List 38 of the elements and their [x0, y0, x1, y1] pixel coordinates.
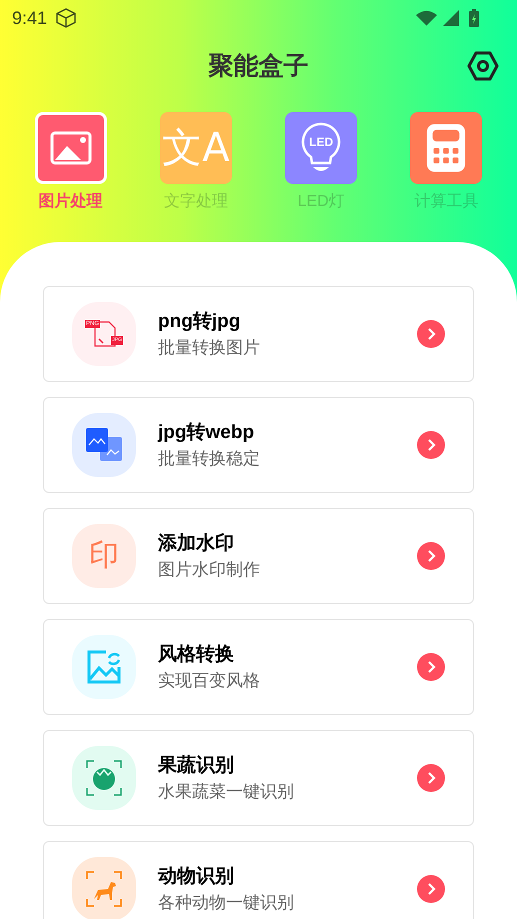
dog-scan-icon [86, 871, 122, 907]
tool-subtitle: 批量转换稳定 [158, 448, 261, 470]
chevron-right-icon [417, 542, 445, 570]
status-time: 9:41 [12, 6, 48, 30]
battery-icon [469, 9, 479, 27]
tool-card[interactable]: jpg转webp 批量转换稳定 [43, 397, 474, 493]
tool-card[interactable]: 果蔬识别 水果蔬菜一键识别 [43, 730, 474, 826]
wifi-icon [416, 10, 437, 26]
chevron-right-icon [417, 320, 445, 348]
tool-title: png转jpg [158, 310, 242, 334]
settings-button[interactable] [467, 50, 499, 82]
tool-subtitle: 批量转换图片 [158, 337, 261, 358]
calculator-icon [425, 122, 468, 174]
chevron-right-icon [417, 431, 445, 459]
tool-card[interactable]: 动物识别 各种动物一键识别 [43, 841, 474, 919]
tool-subtitle: 实现百变风格 [158, 670, 261, 692]
tool-title: 动物识别 [158, 864, 235, 888]
translate-icon: 文A [162, 128, 230, 168]
settings-icon [467, 50, 499, 82]
seal-icon: 印 [89, 541, 119, 571]
tool-subtitle: 各种动物一键识别 [158, 892, 295, 914]
app-title: 聚能盒子 [208, 51, 308, 82]
image-refresh-icon [86, 649, 122, 685]
signal-icon [443, 10, 459, 26]
tool-title: 添加水印 [158, 532, 235, 556]
chevron-right-icon [417, 764, 445, 792]
chevron-right-icon [417, 653, 445, 681]
tool-subtitle: 水果蔬菜一键识别 [158, 781, 295, 802]
tool-title: 风格转换 [158, 642, 235, 666]
tool-subtitle: 图片水印制作 [158, 559, 261, 580]
cube-icon [55, 7, 78, 29]
tool-card[interactable]: 风格转换 实现百变风格 [43, 619, 474, 715]
chevron-right-icon [417, 875, 445, 903]
tool-title: jpg转webp [158, 420, 256, 444]
tool-title: 果蔬识别 [158, 754, 235, 778]
fruit-scan-icon [86, 760, 122, 796]
images-icon [85, 427, 123, 463]
tool-card[interactable]: 印 添加水印 图片水印制作 [43, 508, 474, 604]
